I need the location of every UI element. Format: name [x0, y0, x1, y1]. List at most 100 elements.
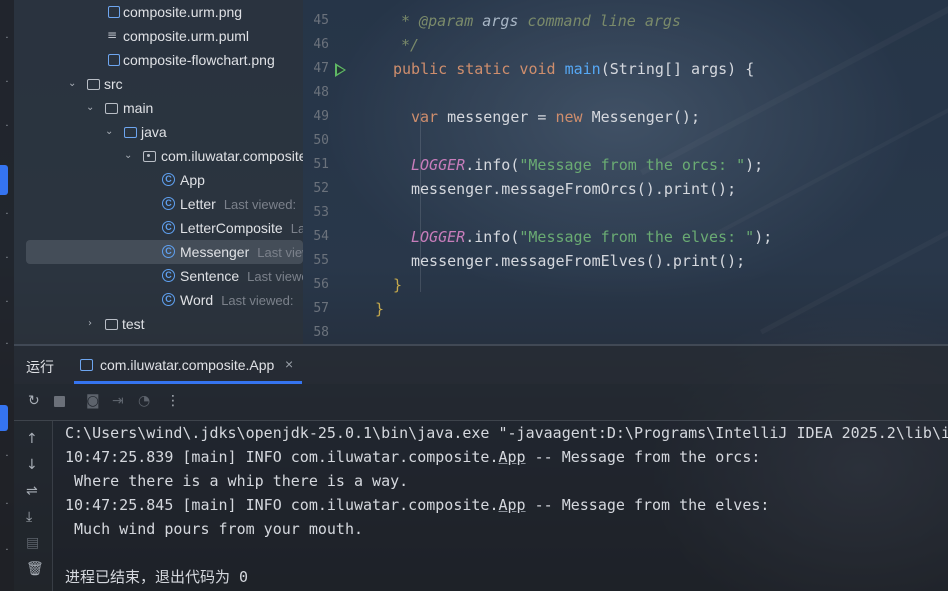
code-line-47: public static void main(String[] args) { — [393, 60, 755, 78]
more-options-icon[interactable]: ⋮ — [166, 394, 180, 408]
tree-item-class[interactable]: C App — [14, 168, 303, 192]
line-number: 58 — [313, 325, 329, 340]
line-number: 54 — [313, 229, 329, 244]
tool-icon[interactable]: · — [2, 122, 12, 132]
console-output[interactable]: C:\Users\wind\.jdks\openjdk-25.0.1\bin\j… — [53, 421, 948, 591]
run-tool-active-indicator[interactable] — [0, 405, 8, 431]
left-tool-strip: · · · · · · · · · · — [0, 0, 14, 591]
tree-item-test[interactable]: › test — [14, 312, 303, 336]
package-icon — [143, 151, 156, 162]
line-number: 57 — [313, 301, 329, 316]
last-viewed-hint: La — [290, 221, 303, 236]
scroll-to-end-icon[interactable]: ⤓ — [26, 509, 32, 525]
tree-item[interactable]: composite-flowchart.png — [14, 48, 303, 72]
tool-icon[interactable]: · — [2, 210, 12, 220]
tool-icon[interactable]: · — [2, 500, 12, 510]
trash-icon[interactable]: 🗑 — [26, 561, 44, 577]
class-name: Sentence — [180, 268, 240, 284]
rerun-icon[interactable]: ↻ — [28, 394, 40, 408]
class-icon: C — [162, 269, 175, 282]
tree-item-src[interactable]: ⌄ src — [14, 72, 303, 96]
class-name: Letter — [180, 196, 216, 212]
line-number: 47 — [313, 61, 329, 76]
tool-icon[interactable]: · — [2, 298, 12, 308]
image-file-icon — [108, 6, 120, 18]
arrow-up-icon[interactable]: ↑ — [26, 431, 38, 447]
code-line-46: */ — [401, 36, 420, 54]
run-gutter-icon[interactable] — [335, 63, 346, 77]
class-icon: C — [162, 197, 175, 210]
exit-icon[interactable]: ⇥ — [112, 394, 124, 408]
class-name: LetterComposite — [180, 220, 283, 236]
tool-icon[interactable]: · — [2, 340, 12, 350]
console-line: Where there is a whip there is a way. — [65, 472, 409, 490]
class-name: App — [180, 172, 205, 188]
line-number: 45 — [313, 13, 329, 28]
folder-icon — [105, 103, 118, 114]
console-line: 10:47:25.839 [main] INFO com.iluwatar.co… — [65, 448, 761, 466]
print-icon[interactable]: ▤ — [26, 535, 39, 551]
soft-wrap-icon[interactable]: ⇌ — [26, 483, 38, 499]
class-icon: C — [162, 173, 175, 186]
chevron-down-icon[interactable]: ⌄ — [124, 144, 132, 168]
tool-icon[interactable]: · — [2, 34, 12, 44]
image-file-icon — [108, 54, 120, 66]
line-number: 52 — [313, 181, 329, 196]
tree-item-java[interactable]: ⌄ java — [14, 120, 303, 144]
tree-item-package[interactable]: ⌄ com.iluwatar.composite — [14, 144, 303, 168]
tool-icon[interactable]: · — [2, 78, 12, 88]
tree-item-main[interactable]: ⌄ main — [14, 96, 303, 120]
gauge-icon[interactable]: ◔ — [138, 394, 150, 408]
code-line-55: messenger.messageFromElves().print(); — [411, 252, 746, 270]
class-link[interactable]: App — [498, 448, 525, 466]
class-icon: C — [162, 245, 175, 258]
folder-icon — [87, 79, 100, 90]
chevron-right-icon[interactable]: › — [88, 312, 92, 336]
tree-item[interactable]: ≡ composite.urm.puml — [14, 24, 303, 48]
last-viewed-hint: Last viewed: — [221, 293, 294, 308]
run-config-icon — [80, 359, 93, 371]
line-number: 53 — [313, 205, 329, 220]
close-icon[interactable]: × — [285, 356, 293, 372]
process-exit-message: 进程已结束，退出代码为 0 — [65, 568, 249, 586]
last-viewed-hint: Last viewe — [247, 269, 303, 284]
line-number: 50 — [313, 133, 329, 148]
run-toolbar: ↻ ◙ ⇥ ◔ ⋮ — [14, 384, 948, 421]
chevron-down-icon[interactable]: ⌄ — [86, 96, 94, 120]
console-side-toolbar: ↑ ↓ ⇌ ⤓ ▤ 🗑 — [14, 421, 53, 591]
arrow-down-icon[interactable]: ↓ — [26, 457, 38, 473]
source-folder-icon — [124, 127, 137, 138]
run-tab-label: com.iluwatar.composite.App — [100, 357, 275, 373]
code-line-51: LOGGER.info("Message from the orcs: "); — [411, 156, 764, 174]
line-number: 48 — [313, 85, 329, 100]
tree-item-class[interactable]: C LetterComposite La — [14, 216, 303, 240]
camera-icon[interactable]: ◙ — [86, 394, 100, 408]
line-number: 55 — [313, 253, 329, 268]
console-line: 10:47:25.845 [main] INFO com.iluwatar.co… — [65, 496, 770, 514]
text-file-icon: ≡ — [107, 28, 118, 42]
class-icon: C — [162, 221, 175, 234]
project-tool-active-indicator[interactable] — [0, 165, 8, 195]
line-number: 51 — [313, 157, 329, 172]
console-line: C:\Users\wind\.jdks\openjdk-25.0.1\bin\j… — [65, 424, 948, 442]
class-link[interactable]: App — [498, 496, 525, 514]
last-viewed-hint: Last view — [257, 245, 303, 260]
line-number: 56 — [313, 277, 329, 292]
tree-item-class[interactable]: C Letter Last viewed: — [14, 192, 303, 216]
run-window-title: 运行 — [26, 359, 54, 375]
chevron-down-icon[interactable]: ⌄ — [68, 72, 76, 96]
folder-icon — [105, 319, 118, 330]
code-editor[interactable]: 45 46 47 48 49 50 51 52 53 54 55 56 57 5… — [303, 0, 948, 344]
tool-icon[interactable]: · — [2, 254, 12, 264]
tool-icon[interactable]: · — [2, 452, 12, 462]
tree-item-class-selected[interactable]: C Messenger Last view — [26, 240, 303, 264]
tree-item-class[interactable]: C Word Last viewed: — [14, 288, 303, 312]
tree-item-class[interactable]: C Sentence Last viewe — [14, 264, 303, 288]
code-line-54: LOGGER.info("Message from the elves: "); — [411, 228, 773, 246]
stop-icon[interactable] — [54, 396, 65, 407]
project-tree: composite.urm.png ≡ composite.urm.puml c… — [14, 0, 303, 344]
chevron-down-icon[interactable]: ⌄ — [105, 120, 113, 144]
tree-item[interactable]: composite.urm.png — [14, 0, 303, 24]
tool-icon[interactable]: · — [2, 546, 12, 556]
line-number: 46 — [313, 37, 329, 52]
